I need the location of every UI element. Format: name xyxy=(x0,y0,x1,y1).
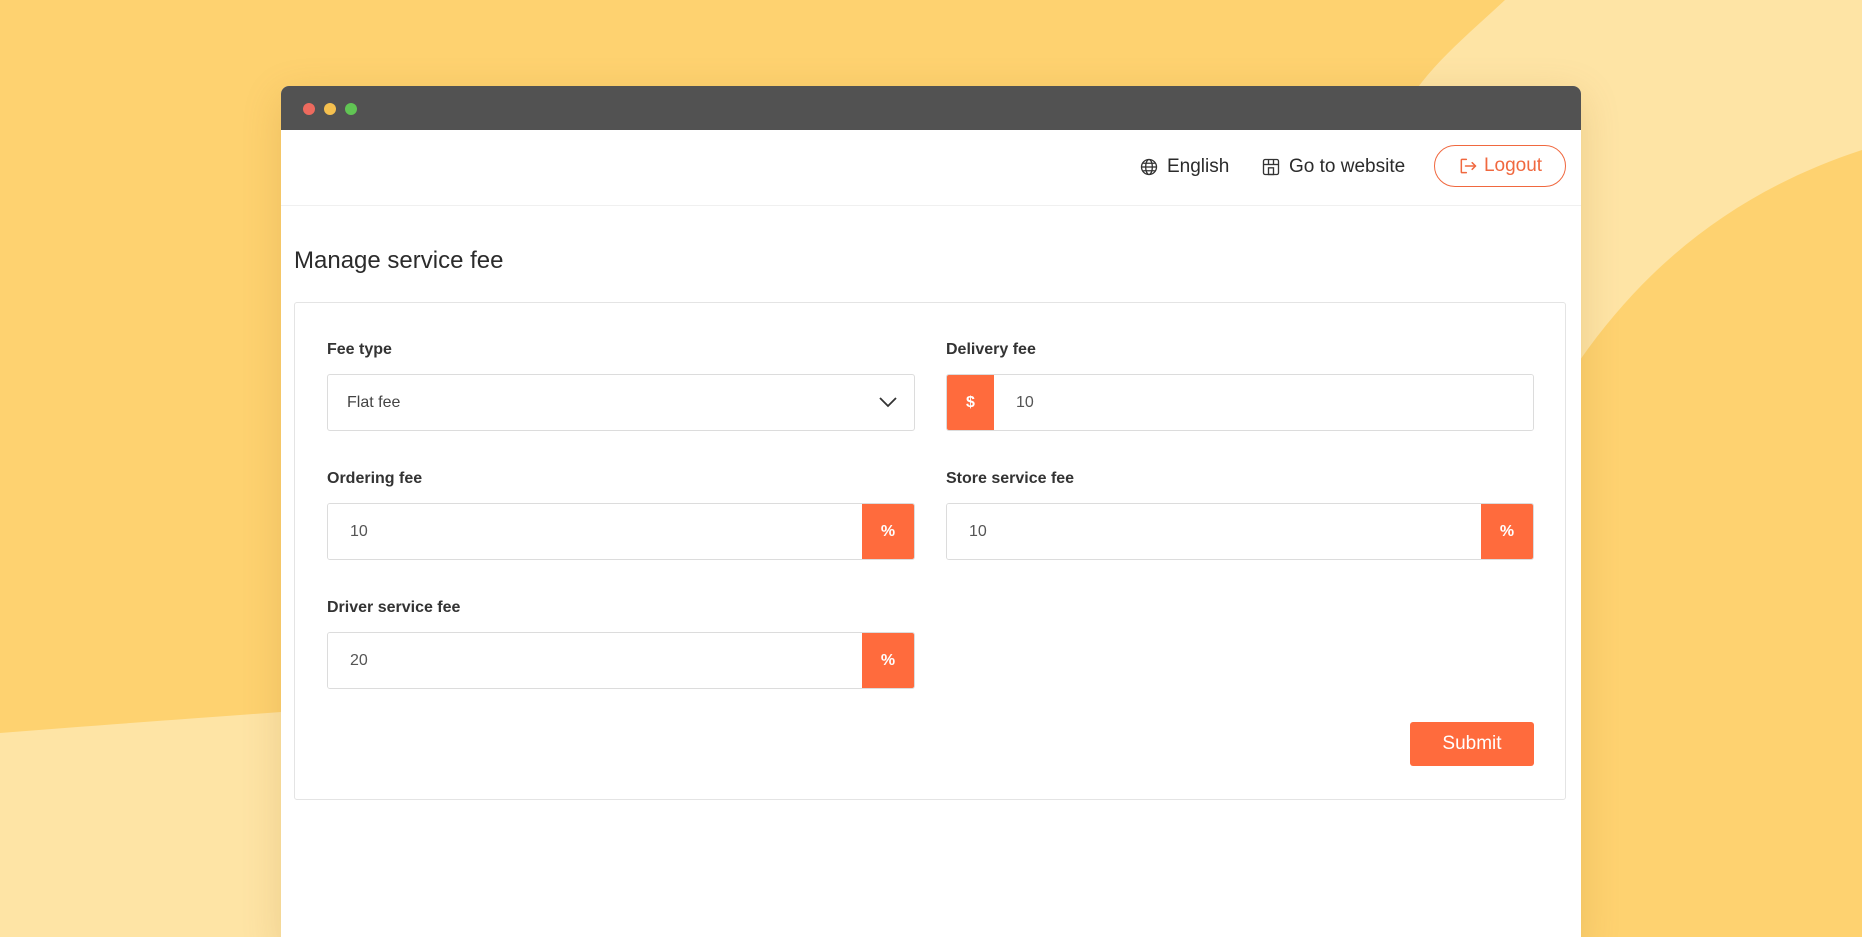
delivery-fee-input-group: $ xyxy=(946,374,1534,431)
maximize-window-dot[interactable] xyxy=(345,103,357,115)
close-window-dot[interactable] xyxy=(303,103,315,115)
store-service-fee-label: Store service fee xyxy=(946,470,1075,487)
ordering-fee-input-group: % xyxy=(327,503,915,560)
fee-type-value: Flat fee xyxy=(347,393,401,411)
minimize-window-dot[interactable] xyxy=(324,103,336,115)
ordering-fee-input[interactable] xyxy=(328,504,862,559)
delivery-fee-input[interactable] xyxy=(994,375,1533,430)
driver-service-fee-label: Driver service fee xyxy=(327,599,461,616)
submit-button[interactable]: Submit xyxy=(1410,722,1534,766)
language-selector[interactable]: English xyxy=(1139,156,1229,178)
fee-type-label: Fee type xyxy=(327,341,392,358)
globe-icon xyxy=(1140,158,1158,176)
fee-type-field: Fee type Flat fee xyxy=(327,341,915,431)
percent-suffix: % xyxy=(862,633,914,688)
ordering-fee-field: Ordering fee % xyxy=(327,470,915,560)
delivery-fee-label: Delivery fee xyxy=(946,341,1036,358)
browser-window: English Go to website Logout Manage serv… xyxy=(281,86,1581,937)
go-to-website-label: Go to website xyxy=(1289,156,1406,177)
store-service-fee-input-group: % xyxy=(946,503,1534,560)
logout-icon xyxy=(1460,158,1477,174)
store-service-fee-field: Store service fee % xyxy=(946,470,1534,560)
driver-service-fee-field: Driver service fee % xyxy=(327,599,915,689)
ordering-fee-label: Ordering fee xyxy=(327,470,423,487)
chevron-down-icon xyxy=(879,397,897,408)
dollar-prefix: $ xyxy=(947,375,994,430)
window-titlebar xyxy=(281,86,1581,130)
store-icon xyxy=(1262,158,1280,176)
language-label: English xyxy=(1167,156,1230,177)
percent-suffix: % xyxy=(1481,504,1533,559)
logout-label: Logout xyxy=(1483,155,1543,176)
page-title: Manage service fee xyxy=(294,247,504,274)
driver-service-fee-input-group: % xyxy=(327,632,915,689)
service-fee-form: Fee type Flat fee Delivery fee $ Orderin… xyxy=(294,302,1566,800)
fee-type-select[interactable]: Flat fee xyxy=(327,374,915,431)
driver-service-fee-input[interactable] xyxy=(328,633,862,688)
percent-suffix: % xyxy=(862,504,914,559)
go-to-website-link[interactable]: Go to website xyxy=(1261,156,1405,178)
top-navigation: English Go to website Logout xyxy=(281,130,1581,206)
store-service-fee-input[interactable] xyxy=(947,504,1481,559)
delivery-fee-field: Delivery fee $ xyxy=(946,341,1534,431)
logout-button[interactable]: Logout xyxy=(1434,145,1566,187)
